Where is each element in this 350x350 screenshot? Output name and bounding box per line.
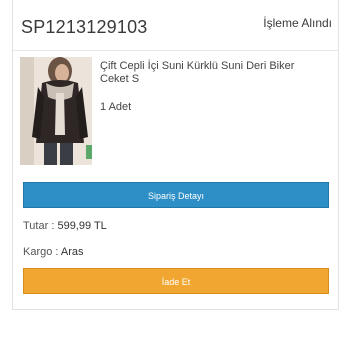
cargo-info: Kargo : Aras bbox=[23, 246, 84, 258]
order-header: SP1213129103 İşleme Alındı bbox=[13, 0, 338, 51]
order-status: İşleme Alındı bbox=[263, 16, 332, 30]
order-card: SP1213129103 İşleme Alındı Çift Cepli İç bbox=[12, 0, 339, 310]
product-quantity: 1 Adet bbox=[100, 101, 132, 113]
product-image[interactable] bbox=[20, 57, 92, 165]
amount-value: 599,99 TL bbox=[57, 220, 107, 232]
amount-label: Tutar : bbox=[23, 220, 55, 232]
return-button[interactable]: İade Et bbox=[23, 268, 329, 294]
product-name[interactable]: Çift Cepli İçi Suni Kürklü Suni Deri Bik… bbox=[100, 60, 320, 86]
cargo-value: Aras bbox=[60, 246, 84, 258]
cargo-label: Kargo : bbox=[23, 246, 59, 258]
order-detail-button[interactable]: Sipariş Detayı bbox=[23, 182, 329, 208]
order-number: SP1213129103 bbox=[21, 17, 148, 37]
order-amount: Tutar : 599,99 TL bbox=[23, 220, 107, 232]
